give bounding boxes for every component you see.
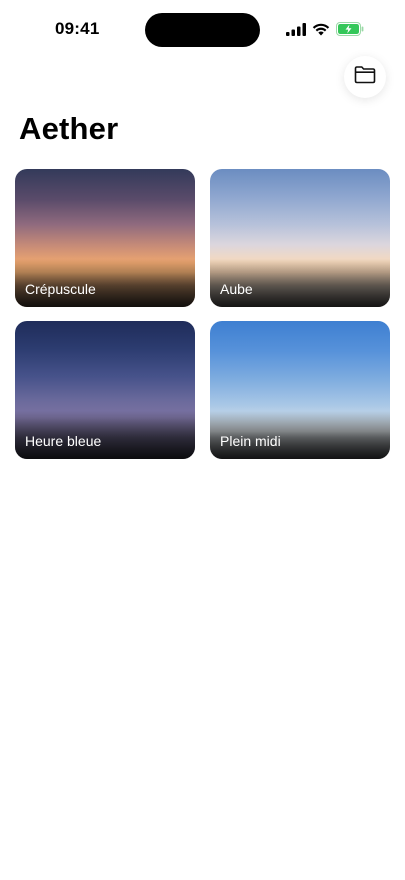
folder-button[interactable] [344, 56, 386, 98]
card-label: Crépuscule [25, 281, 96, 297]
dynamic-island [145, 13, 260, 47]
card-label: Heure bleue [25, 433, 102, 449]
card-crepuscule[interactable]: Crépuscule [15, 169, 195, 307]
card-plein-midi[interactable]: Plein midi [210, 321, 390, 459]
status-icons [286, 21, 364, 37]
battery-charging-icon [336, 22, 364, 36]
card-aube[interactable]: Aube [210, 169, 390, 307]
card-heure-bleue[interactable]: Heure bleue [15, 321, 195, 459]
status-bar: 09:41 [0, 0, 405, 58]
page-title: Aether [19, 111, 119, 146]
status-time: 09:41 [55, 19, 100, 38]
folder-icon [353, 65, 377, 90]
card-label: Aube [220, 281, 253, 297]
card-grid: Crépuscule Aube Heure bleue Plein midi [15, 169, 390, 459]
cellular-signal-icon [286, 22, 306, 36]
wifi-icon [312, 22, 330, 36]
card-label: Plein midi [220, 433, 281, 449]
